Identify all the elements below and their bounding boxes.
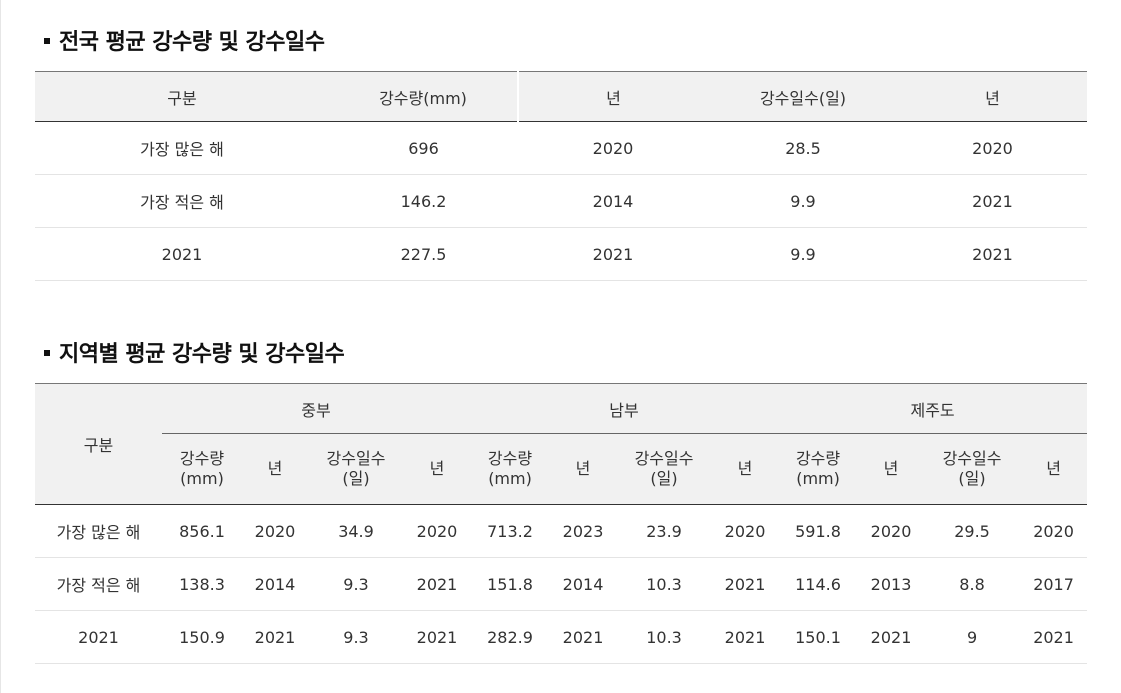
table-cell: 28.5 (708, 121, 898, 175)
national-section-title: 전국 평균 강수량 및 강수일수 (44, 24, 325, 56)
table-cell: 150.9 (162, 610, 242, 664)
header-year: 년 (242, 433, 308, 505)
header-precipitation: 강수량(mm) (470, 433, 551, 505)
row-label: 가장 적은 해 (35, 557, 162, 611)
table-cell: 2021 (898, 227, 1087, 281)
table-cell: 9.9 (708, 174, 898, 228)
region-header-row: 구분 중부 남부 제주도 (35, 383, 1088, 505)
regional-precipitation-table: 구분 중부 남부 제주도 강수량 (mm) 년 강수일수 (일) 년 강수량 (mm)… (35, 383, 1088, 664)
regional-section-title: 지역별 평균 강수량 및 강수일수 (44, 336, 345, 368)
header-region-jeju: 제주도 (778, 383, 1088, 434)
row-label: 가장 적은 해 (35, 174, 329, 228)
table-cell: 2021 (518, 227, 708, 281)
table-cell: 114.6 (778, 557, 859, 611)
row-label: 가장 많은 해 (35, 504, 162, 558)
square-bullet-icon (44, 38, 50, 44)
table-cell: 2020 (898, 121, 1087, 175)
row-label: 가장 많은 해 (35, 121, 329, 175)
header-year: 년 (898, 71, 1087, 122)
table-cell: 696 (329, 121, 518, 175)
header-gubun: 구분 (35, 71, 329, 122)
sub-header-row: 강수량 (mm) 년 강수일수 (일) 년 강수량 (mm) 년 강수일수 (일) 년 … (35, 433, 1088, 505)
table-cell: 2021 (550, 610, 617, 664)
header-region-south: 남부 (470, 383, 779, 434)
table-cell: 2020 (858, 504, 925, 558)
table-header-row: 구분 강수량(mm) 년 강수일수(일) 년 (35, 71, 1087, 122)
header-precipitation: 강수량(mm) (778, 433, 859, 505)
table-cell: 856.1 (162, 504, 242, 558)
national-precipitation-table: 구분 강수량(mm) 년 강수일수(일) 년 가장 많은 해 696 2020 … (35, 71, 1087, 281)
table-cell: 146.2 (329, 174, 518, 228)
table-cell: 23.9 (616, 504, 713, 558)
table-cell: 2017 (1020, 557, 1088, 611)
table-cell: 10.3 (616, 557, 713, 611)
header-gubun: 구분 (35, 383, 162, 505)
table-cell: 2021 (1020, 610, 1088, 664)
table-cell: 2021 (898, 174, 1087, 228)
regional-title-text: 지역별 평균 강수량 및 강수일수 (59, 342, 345, 367)
header-year: 년 (550, 433, 617, 505)
table-cell: 2020 (518, 121, 708, 175)
table-row: 가장 많은 해 856.1 2020 34.9 2020 713.2 2023 … (35, 504, 1088, 558)
table-cell: 2021 (404, 610, 471, 664)
table-cell: 2020 (1020, 504, 1088, 558)
table-cell: 591.8 (778, 504, 859, 558)
table-row: 가장 적은 해 146.2 2014 9.9 2021 (35, 174, 1087, 228)
header-precip-days: 강수일수(일) (308, 433, 404, 505)
header-precip-days: 강수일수(일) (708, 71, 898, 122)
table-cell: 150.1 (778, 610, 859, 664)
row-label: 2021 (35, 610, 162, 664)
table-cell: 227.5 (329, 227, 518, 281)
header-precip-days: 강수일수(일) (924, 433, 1021, 505)
table-cell: 2020 (712, 504, 779, 558)
table-cell: 8.8 (924, 557, 1021, 611)
header-region-central: 중부 (162, 383, 471, 434)
header-precipitation: 강수량(mm) (329, 71, 519, 122)
table-cell: 2021 (404, 557, 471, 611)
square-bullet-icon (44, 350, 50, 356)
table-cell: 10.3 (616, 610, 713, 664)
table-cell: 2013 (858, 557, 925, 611)
table-cell: 2020 (242, 504, 308, 558)
table-row: 2021 227.5 2021 9.9 2021 (35, 227, 1087, 281)
header-precipitation: 강수량(mm) (162, 433, 242, 505)
table-cell: 2014 (550, 557, 617, 611)
table-cell: 2023 (550, 504, 617, 558)
page-left-border (0, 0, 1, 693)
table-cell: 9.9 (708, 227, 898, 281)
table-cell: 9.3 (308, 557, 404, 611)
header-precip-days: 강수일수(일) (616, 433, 713, 505)
table-cell: 282.9 (470, 610, 551, 664)
national-title-text: 전국 평균 강수량 및 강수일수 (59, 30, 325, 55)
row-label: 2021 (35, 227, 329, 281)
table-cell: 2014 (242, 557, 308, 611)
table-cell: 2014 (518, 174, 708, 228)
table-row: 가장 많은 해 696 2020 28.5 2020 (35, 121, 1087, 175)
table-cell: 2020 (404, 504, 471, 558)
table-cell: 138.3 (162, 557, 242, 611)
table-cell: 34.9 (308, 504, 404, 558)
table-cell: 2021 (858, 610, 925, 664)
header-year: 년 (404, 433, 471, 505)
table-cell: 151.8 (470, 557, 551, 611)
header-year: 년 (1020, 433, 1088, 505)
table-row: 가장 적은 해 138.3 2014 9.3 2021 151.8 2014 1… (35, 557, 1088, 611)
header-year: 년 (858, 433, 925, 505)
table-cell: 9.3 (308, 610, 404, 664)
table-row: 2021 150.9 2021 9.3 2021 282.9 2021 10.3… (35, 610, 1088, 664)
header-year: 년 (518, 71, 708, 122)
table-cell: 2021 (242, 610, 308, 664)
header-year: 년 (712, 433, 779, 505)
table-cell: 2021 (712, 610, 779, 664)
table-cell: 29.5 (924, 504, 1021, 558)
table-cell: 9 (924, 610, 1021, 664)
table-cell: 713.2 (470, 504, 551, 558)
table-cell: 2021 (712, 557, 779, 611)
